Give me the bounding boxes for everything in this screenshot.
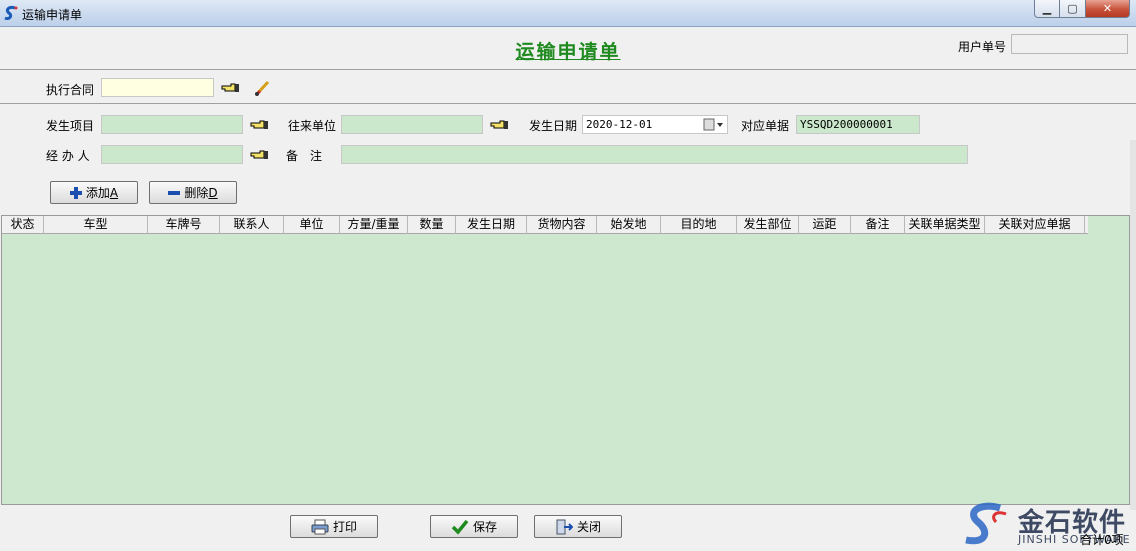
delete-button[interactable]: 删除D: [149, 181, 237, 204]
close-button[interactable]: 关闭: [534, 515, 622, 538]
save-label: 保存: [472, 520, 497, 534]
print-button[interactable]: 打印: [290, 515, 378, 538]
partner-label: 往来单位: [288, 119, 337, 133]
column-header[interactable]: 单位: [284, 216, 340, 234]
column-header[interactable]: 状态: [2, 216, 44, 234]
column-header[interactable]: 关联单据类型: [905, 216, 985, 234]
partner-input[interactable]: [341, 115, 483, 134]
column-header[interactable]: 方量/重量: [340, 216, 408, 234]
close-label: 关闭: [576, 520, 601, 534]
column-header[interactable]: 目的地: [661, 216, 737, 234]
exit-door-icon: [556, 519, 573, 534]
maximize-button[interactable]: ▢: [1060, 0, 1086, 18]
checkmark-icon: [451, 519, 469, 535]
contract-input[interactable]: [101, 78, 214, 97]
remark-input[interactable]: [341, 145, 968, 164]
save-button[interactable]: 保存: [430, 515, 518, 538]
minus-icon: [168, 190, 181, 195]
handler-label: 经 办 人: [46, 149, 90, 163]
delete-shortcut: D: [208, 186, 218, 200]
total-count: 合计0项: [1080, 533, 1124, 547]
handler-input[interactable]: [101, 145, 243, 164]
column-header[interactable]: 联系人: [220, 216, 284, 234]
minimize-button[interactable]: ▁: [1034, 0, 1060, 18]
remark-label: 备 注: [286, 149, 323, 163]
date-value: 2020-12-01: [586, 118, 653, 131]
user-no-label: 用户单号: [958, 40, 1007, 54]
contract-label: 执行合同: [46, 83, 95, 97]
close-window-button[interactable]: ✕: [1086, 0, 1130, 18]
window-edge-scrollbar: [1130, 140, 1136, 510]
calendar-dropdown-icon[interactable]: [703, 118, 725, 131]
edit-pen-icon[interactable]: [252, 78, 272, 98]
add-label: 添加: [85, 186, 110, 200]
column-header[interactable]: 货物内容: [527, 216, 597, 234]
user-no-input[interactable]: [1011, 34, 1128, 54]
print-label: 打印: [332, 520, 357, 534]
column-header[interactable]: 运距: [799, 216, 851, 234]
date-label: 发生日期: [529, 119, 578, 133]
pointing-hand-icon[interactable]: [490, 118, 510, 132]
column-header[interactable]: 发生部位: [737, 216, 799, 234]
column-header[interactable]: 备注: [851, 216, 905, 234]
grid-header: 状态 车型 车牌号 联系人 单位 方量/重量 数量 发生日期 货物内容 始发地 …: [2, 216, 1088, 234]
item-input[interactable]: [101, 115, 243, 134]
printer-icon: [311, 519, 329, 534]
column-header[interactable]: 数量: [408, 216, 456, 234]
column-header[interactable]: 发生日期: [456, 216, 527, 234]
contract-section: 执行合同: [0, 71, 1136, 104]
window-title: 运输申请单: [22, 8, 83, 22]
date-picker[interactable]: 2020-12-01: [582, 115, 728, 134]
plus-icon: [69, 186, 82, 199]
pointing-hand-icon[interactable]: [250, 118, 270, 132]
pointing-hand-icon[interactable]: [250, 148, 270, 162]
app-logo-icon: [4, 6, 18, 20]
transport-items-grid[interactable]: 状态 车型 车牌号 联系人 单位 方量/重量 数量 发生日期 货物内容 始发地 …: [1, 215, 1130, 505]
column-header[interactable]: 车牌号: [148, 216, 220, 234]
column-header[interactable]: 车型: [44, 216, 148, 234]
add-shortcut: A: [109, 186, 119, 200]
delete-label: 删除: [184, 186, 209, 200]
ref-input[interactable]: YSSQD200000001: [796, 115, 920, 134]
item-label: 发生项目: [46, 119, 95, 133]
pointing-hand-icon[interactable]: [221, 81, 241, 95]
window-titlebar: 运输申请单 ▁ ▢ ✕: [0, 0, 1136, 27]
ref-label: 对应单据: [741, 119, 790, 133]
jinshi-logo-icon: [965, 502, 1007, 545]
form-header: 运输申请单 用户单号: [0, 27, 1136, 70]
column-header[interactable]: 始发地: [597, 216, 661, 234]
add-button[interactable]: 添加A: [50, 181, 138, 204]
column-header[interactable]: 关联对应单据: [985, 216, 1085, 234]
